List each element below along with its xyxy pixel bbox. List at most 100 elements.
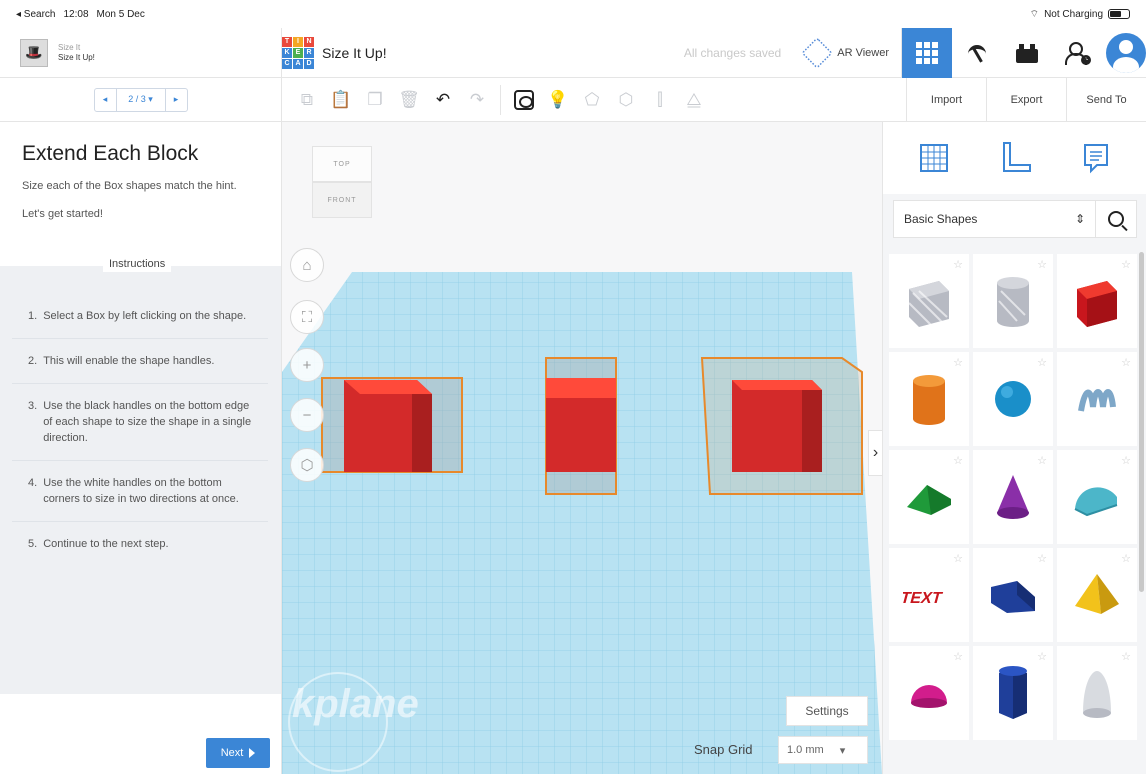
3d-viewport[interactable]: TOP FRONT ⌂ ⛶ + − ⬡ › kplane Settings Sn…	[282, 122, 882, 774]
ar-viewer-button[interactable]: AR Viewer	[801, 28, 902, 77]
next-button[interactable]: Next	[206, 738, 270, 768]
tinkercad-app: ◂ Search 12:08 Mon 5 Dec ⌔ Not Charging …	[0, 0, 1146, 774]
favorite-star-icon[interactable]: ☆	[953, 258, 963, 271]
shape-tile-round-roof[interactable]: ☆	[1057, 450, 1137, 544]
shape-tile-cylinder[interactable]: ☆	[889, 352, 969, 446]
shape-tile-box[interactable]: ☆	[1057, 254, 1137, 348]
favorite-star-icon[interactable]: ☆	[1121, 650, 1131, 663]
favorite-star-icon[interactable]: ☆	[1121, 552, 1131, 565]
notes-visibility-button[interactable]	[507, 83, 541, 117]
shape-tile-cylinder-hole[interactable]: ☆	[973, 254, 1053, 348]
shape-tile-box-hole[interactable]: ☆	[889, 254, 969, 348]
view-cube-top[interactable]: TOP	[312, 146, 372, 182]
favorite-star-icon[interactable]: ☆	[1121, 356, 1131, 369]
favorite-star-icon[interactable]: ☆	[953, 454, 963, 467]
view-cube-front[interactable]: FRONT	[312, 182, 372, 218]
ruler-icon[interactable]	[998, 141, 1032, 175]
shape-tile-sphere[interactable]: ☆	[973, 352, 1053, 446]
lesson-avatar-icon: 🎩	[20, 38, 48, 67]
favorite-star-icon[interactable]: ☆	[953, 650, 963, 663]
shape-tile-paraboloid[interactable]: ☆	[1057, 646, 1137, 740]
duplicate-icon[interactable]: ❐	[358, 83, 392, 117]
lightbulb-icon[interactable]: 💡	[541, 83, 575, 117]
settings-button[interactable]: Settings	[786, 696, 868, 726]
shape-tile-wedge[interactable]: ☆	[973, 548, 1053, 642]
box-shape-3	[700, 357, 863, 495]
favorite-star-icon[interactable]: ☆	[953, 552, 963, 565]
perspective-button[interactable]: ⬡	[290, 448, 324, 482]
next-step-arrow-button[interactable]: ▸	[164, 88, 187, 111]
next-label: Next	[220, 747, 244, 759]
lesson-info[interactable]: 🎩 Size It Size It Up!	[0, 28, 282, 77]
workplane-scene[interactable]	[282, 122, 882, 774]
notes-icon[interactable]	[1079, 141, 1113, 175]
back-to-search-link[interactable]: ◂ Search	[16, 9, 55, 20]
export-button[interactable]: Export	[986, 78, 1066, 121]
workplane-grid-icon[interactable]	[917, 141, 951, 175]
shape-search-button[interactable]	[1096, 201, 1136, 237]
home-icon: ⌂	[302, 256, 312, 274]
snap-grid-select[interactable]: 1.0 mm ▾	[778, 736, 868, 764]
fit-view-icon: ⛶	[301, 308, 313, 326]
zoom-out-button[interactable]: −	[290, 398, 324, 432]
svg-text:TEXT: TEXT	[903, 589, 944, 607]
3d-design-view-button[interactable]	[902, 27, 952, 78]
favorite-star-icon[interactable]: ☆	[1037, 552, 1047, 565]
shape-category-select[interactable]: Basic Shapes ⇕	[894, 201, 1096, 237]
instruction-item: 4. Use the white handles on the bottom co…	[12, 461, 268, 522]
redo-icon[interactable]: ↷	[460, 83, 494, 117]
view-cube[interactable]: TOP FRONT	[312, 146, 372, 218]
save-status: All changes saved	[683, 45, 782, 60]
shape-tile-roof[interactable]: ☆	[889, 450, 969, 544]
zoom-in-button[interactable]: +	[290, 348, 324, 382]
box-shape-2	[545, 357, 617, 495]
bricks-view-button[interactable]	[1002, 28, 1052, 78]
align-icon[interactable]: ⫿	[643, 83, 677, 117]
import-button[interactable]: Import	[906, 78, 986, 121]
brick-icon	[1016, 43, 1038, 63]
instruction-item: 2. This will enable the shape handles.	[12, 339, 268, 384]
step-counter[interactable]: 2 / 3 ▾	[117, 89, 165, 111]
fit-view-button[interactable]: ⛶	[290, 300, 324, 334]
prev-step-button[interactable]: ◂	[95, 88, 117, 111]
mirror-icon[interactable]: ⧋	[677, 83, 711, 117]
shape-tile-scribble[interactable]: ☆	[1057, 352, 1137, 446]
favorite-star-icon[interactable]: ☆	[1037, 650, 1047, 663]
undo-icon[interactable]: ↶	[426, 83, 460, 117]
invite-user-button[interactable]: +	[1052, 28, 1102, 78]
ios-status-bar: ◂ Search 12:08 Mon 5 Dec ⌔ Not Charging	[0, 0, 1146, 28]
battery-icon	[1108, 9, 1130, 19]
favorite-star-icon[interactable]: ☆	[1037, 258, 1047, 271]
home-view-button[interactable]: ⌂	[290, 248, 324, 282]
delete-icon[interactable]: 🗑	[392, 83, 426, 117]
tinkercad-logo[interactable]: T I N K E R C A D	[282, 36, 314, 69]
shape-tile-polygon[interactable]: ☆	[973, 646, 1053, 740]
logo-letter: I	[293, 36, 303, 47]
shape-tile-half-sphere[interactable]: ☆	[889, 646, 969, 740]
collapse-panel-button[interactable]: ›	[868, 430, 882, 476]
pickaxe-icon	[965, 41, 989, 65]
project-title[interactable]: Size It Up!	[322, 45, 387, 61]
shape-tile-text[interactable]: TEXT ☆	[889, 548, 969, 642]
instruction-list: 1. Select a Box by left clicking on the s…	[12, 294, 268, 566]
blocks-view-button[interactable]	[952, 28, 1002, 78]
logo-letter: R	[304, 47, 314, 58]
favorite-star-icon[interactable]: ☆	[1037, 356, 1047, 369]
favorite-star-icon[interactable]: ☆	[1121, 454, 1131, 467]
group-icon[interactable]: ⬠	[575, 83, 609, 117]
logo-letter: E	[293, 47, 303, 58]
shape-tile-pyramid[interactable]: ☆	[1057, 548, 1137, 642]
favorite-star-icon[interactable]: ☆	[953, 356, 963, 369]
paste-icon[interactable]: 📋	[324, 83, 358, 117]
send-to-button[interactable]: Send To	[1066, 78, 1146, 121]
shape-tile-cone[interactable]: ☆	[973, 450, 1053, 544]
box-shape-1	[321, 377, 463, 473]
favorite-star-icon[interactable]: ☆	[1037, 454, 1047, 467]
workplane-watermark: kplane	[292, 682, 419, 726]
copy-icon[interactable]: ⧉	[290, 83, 324, 117]
favorite-star-icon[interactable]: ☆	[1121, 258, 1131, 271]
user-avatar[interactable]	[1106, 32, 1146, 73]
ungroup-icon[interactable]: ⬡	[609, 83, 643, 117]
snap-grid-value: 1.0 mm	[787, 744, 824, 756]
shapes-scrollbar[interactable]	[1139, 252, 1144, 592]
